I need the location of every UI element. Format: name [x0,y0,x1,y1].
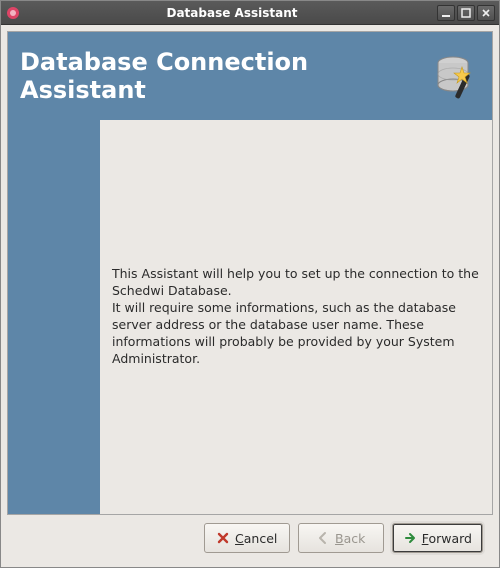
window-title: Database Assistant [27,6,437,20]
forward-button[interactable]: Forward [392,523,483,553]
description-paragraph-1: This Assistant will help you to set up t… [112,266,480,300]
app-icon [5,5,21,21]
maximize-button[interactable] [457,5,475,21]
page-title: Database Connection Assistant [20,48,420,104]
database-wizard-icon [430,51,480,101]
titlebar: Database Assistant [1,1,499,25]
assistant-description: This Assistant will help you to set up t… [100,120,492,514]
forward-button-label: Forward [422,531,472,546]
forward-arrow-icon [403,531,417,545]
side-stripe [8,120,100,514]
button-bar: Cancel Back Forward [7,515,493,561]
back-arrow-icon [316,531,330,545]
window-controls [437,5,495,21]
back-button-label: Back [335,531,365,546]
close-button[interactable] [477,5,495,21]
wizard-panel: Database Connection Assistant Th [7,31,493,515]
window: Database Assistant Database Connection A… [0,0,500,568]
content-frame: Database Connection Assistant Th [1,25,499,567]
header-banner: Database Connection Assistant [8,32,492,120]
cancel-button-label: Cancel [235,531,277,546]
cancel-icon [216,531,230,545]
body-area: This Assistant will help you to set up t… [8,120,492,514]
description-paragraph-2: It will require some informations, such … [112,300,480,368]
back-button: Back [298,523,384,553]
minimize-button[interactable] [437,5,455,21]
cancel-button[interactable]: Cancel [204,523,290,553]
